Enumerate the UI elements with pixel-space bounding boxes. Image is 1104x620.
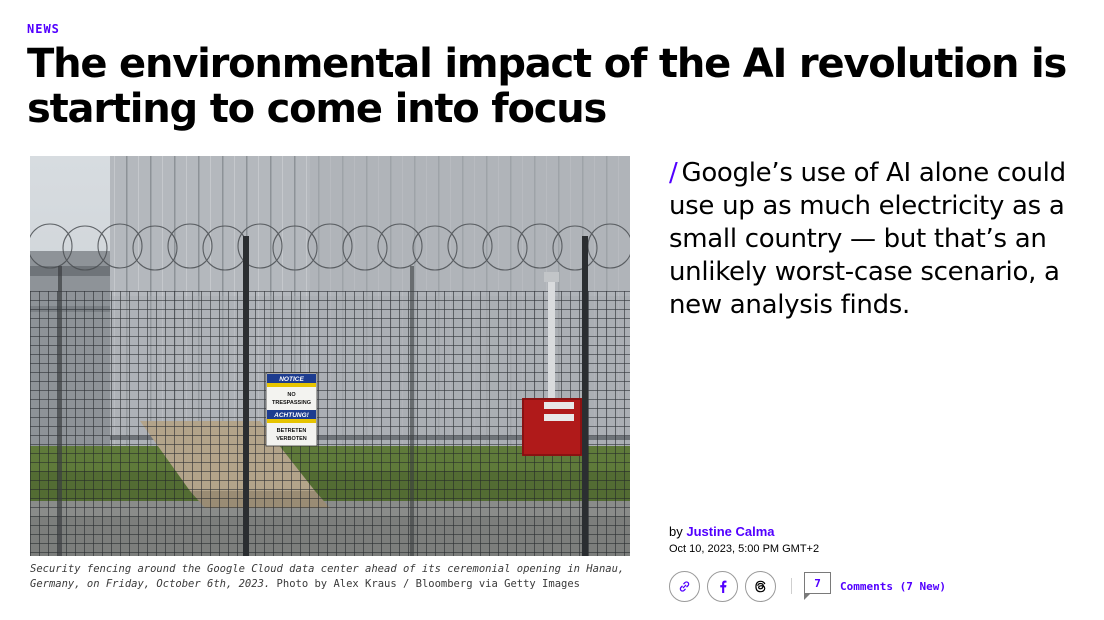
copy-link-button[interactable]: [669, 570, 700, 602]
share-divider: [791, 578, 792, 594]
threads-share-button[interactable]: [745, 570, 776, 602]
comment-bubble-icon: 7: [804, 572, 831, 600]
byline-prefix: by: [669, 524, 683, 539]
comments-label: Comments (7 New): [840, 579, 946, 593]
share-toolbar: 7 Comments (7 New): [669, 570, 946, 602]
category-label[interactable]: NEWS: [27, 22, 60, 36]
page-title: The environmental impact of the AI revol…: [27, 41, 1067, 132]
sign-line2: NO: [287, 392, 296, 398]
sign-line3: TRESPASSING: [272, 400, 311, 406]
article-dek: / Google’s use of AI alone could use up a…: [669, 157, 1101, 322]
sign-line5: BETRETEN: [277, 428, 307, 434]
link-icon: [679, 580, 690, 592]
sign-line1: NOTICE: [279, 376, 304, 383]
image-caption: Security fencing around the Google Cloud…: [30, 562, 630, 591]
author-link[interactable]: Justine Calma: [686, 524, 774, 539]
comment-count: 7: [814, 576, 821, 590]
threads-icon: [755, 580, 766, 592]
hero-image: NOTICE NO TRESPASSING ACHTUNG! BETRETEN …: [30, 156, 630, 556]
facebook-icon: [719, 580, 726, 593]
byline: by Justine Calma: [669, 524, 775, 539]
publish-date: Oct 10, 2023, 5:00 PM GMT+2: [669, 543, 820, 555]
dek-marker: /: [669, 158, 678, 188]
comments-button[interactable]: 7 Comments (7 New): [804, 572, 946, 600]
caption-credit: Photo by Alex Kraus / Bloomberg via Gett…: [276, 577, 580, 590]
facebook-share-button[interactable]: [707, 570, 738, 602]
dek-text: Google’s use of AI alone could use up as…: [669, 158, 1066, 320]
sign-line6: VERBOTEN: [276, 436, 307, 442]
sign-line4: ACHTUNG!: [273, 412, 309, 419]
